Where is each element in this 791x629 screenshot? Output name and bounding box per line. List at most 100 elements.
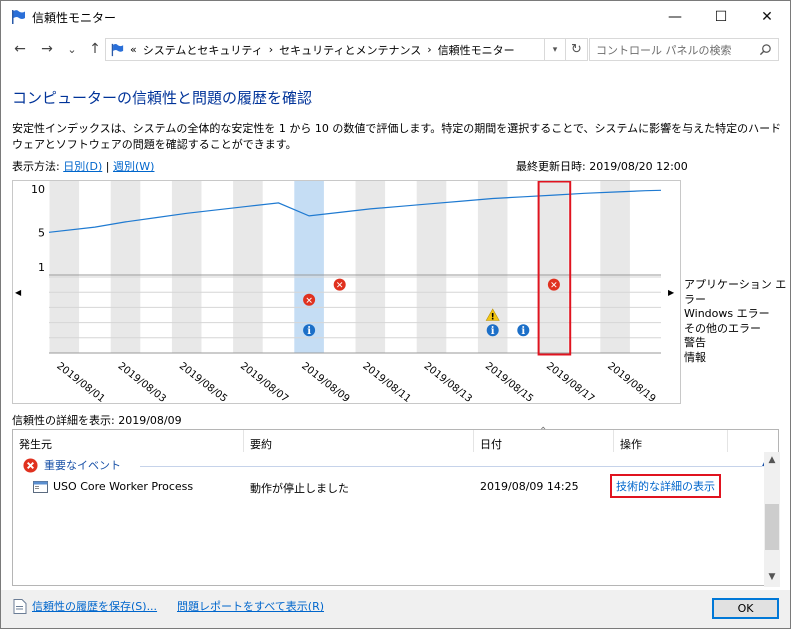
day-column: [630, 181, 661, 353]
day-column: [202, 181, 233, 353]
last-updated: 最終更新日時: 2019/08/20 12:00: [516, 160, 688, 173]
error-glyph: ✕: [550, 281, 558, 291]
error-glyph: ✕: [305, 296, 313, 306]
x-tick-label: 2019/08/17: [544, 361, 596, 403]
error-glyph: ✕: [336, 281, 344, 291]
row-date-text: 2019/08/09 14:25: [480, 480, 579, 493]
breadcrumb-overflow[interactable]: «: [130, 43, 137, 56]
column-header-source[interactable]: 発生元: [19, 436, 52, 452]
x-tick-label: 2019/08/09: [299, 361, 351, 403]
x-tick-label: 2019/08/03: [116, 361, 168, 403]
search-placeholder: コントロール パネルの検索: [596, 43, 732, 57]
table-row-source[interactable]: USO Core Worker Process: [33, 480, 193, 493]
x-tick-label: 2019/08/15: [483, 361, 535, 403]
day-column: [446, 181, 478, 353]
reliability-chart-svg[interactable]: 1051✕✕i!i i✕2019/08/01 2019/08/03 2019/08/0…: [13, 181, 680, 403]
scroll-up-button[interactable]: ▲: [764, 455, 780, 465]
legend-misc-errors: その他のエラー: [684, 321, 761, 335]
breadcrumb-item-security-maintenance[interactable]: セキュリティとメンテナンス: [279, 42, 421, 58]
up-button[interactable]: ↑: [86, 40, 104, 58]
legend-warnings: 警告: [684, 336, 706, 349]
column-divider[interactable]: [473, 430, 474, 452]
close-button[interactable]: ✕: [744, 1, 790, 32]
row-source-text: USO Core Worker Process: [53, 480, 194, 493]
group-header-critical-events[interactable]: 重要なイベント: [23, 457, 121, 473]
maximize-button[interactable]: ☐: [698, 1, 744, 32]
column-divider[interactable]: [243, 430, 244, 452]
search-input[interactable]: コントロール パネルの検索: [589, 38, 779, 61]
footer: 信頼性の履歴を保存(S)... 問題レポートをすべて表示(R) OK: [1, 590, 790, 628]
x-tick-label: 2019/08/07: [238, 361, 290, 403]
chart-legend: アプリケーション エラー Windows エラー その他のエラー 警告 情報: [684, 278, 790, 365]
application-icon: [33, 480, 48, 493]
page-title: コンピューターの信頼性と問題の履歴を確認: [12, 89, 313, 107]
y-tick-label: 5: [38, 226, 45, 239]
column-divider[interactable]: [613, 430, 614, 452]
navigation-bar: ← → ⌄ ↑ « システムとセキュリティ › セキュリティとメンテナンス › …: [1, 34, 790, 64]
day-column: [49, 181, 80, 353]
group-label: 重要なイベント: [44, 459, 121, 472]
address-bar[interactable]: « システムとセキュリティ › セキュリティとメンテナンス › 信頼性モニター: [105, 38, 545, 61]
back-button[interactable]: ←: [11, 40, 29, 58]
window-title: 信頼性モニター: [32, 11, 117, 25]
x-tick-label: 2019/08/11: [360, 361, 412, 403]
refresh-button[interactable]: ↻: [566, 38, 588, 61]
view-all-reports-text[interactable]: 問題レポートをすべて表示(R): [177, 598, 324, 614]
scroll-down-button[interactable]: ▼: [764, 572, 780, 582]
column-divider[interactable]: [727, 430, 728, 452]
day-column: [538, 181, 570, 353]
view-all-reports-link[interactable]: 問題レポートをすべて表示(R): [177, 598, 324, 614]
save-history-text[interactable]: 信頼性の履歴を保存(S)...: [32, 598, 157, 614]
recent-locations-button[interactable]: ⌄: [63, 40, 81, 58]
flag-icon: [12, 10, 25, 24]
day-column: [79, 181, 111, 353]
x-tick-label: 2019/08/05: [177, 361, 229, 403]
view-by-label: 表示方法:: [12, 160, 60, 173]
sort-ascending-icon: ⌃: [539, 426, 548, 437]
y-tick-label: 1: [38, 261, 45, 274]
scrollbar-thumb[interactable]: [765, 504, 779, 550]
minimize-button[interactable]: —: [652, 1, 698, 32]
x-tick-label: 2019/08/19: [605, 361, 657, 403]
title-bar: 信頼性モニター — ☐ ✕: [1, 1, 790, 32]
x-tick-label: 2019/08/01: [54, 361, 106, 403]
chart-scroll-right-button[interactable]: ▶: [668, 288, 674, 297]
breadcrumb-separator[interactable]: ›: [427, 43, 431, 56]
reliability-chart[interactable]: 10 5 1 ✕ ✕ i! i i ✕ 2019/08/01 2019/08/03 2019/08/0…: [12, 180, 681, 404]
details-scrollbar[interactable]: ▲ ▼: [764, 452, 780, 587]
info-glyph: i: [491, 326, 495, 337]
chart-scroll-left-button[interactable]: ◀: [15, 288, 21, 297]
flag-icon: [111, 43, 124, 56]
view-daily-link[interactable]: 日別(D): [63, 160, 102, 173]
day-column: [171, 181, 202, 353]
info-glyph: i: [307, 326, 311, 337]
day-column: [110, 181, 141, 353]
view-technical-details-link[interactable]: 技術的な詳細の表示: [610, 474, 721, 498]
forward-button[interactable]: →: [38, 40, 56, 58]
search-icon[interactable]: [759, 43, 772, 56]
group-divider: [140, 466, 762, 467]
save-history-link[interactable]: 信頼性の履歴を保存(S)...: [13, 598, 157, 614]
y-tick-label: 10: [31, 183, 45, 196]
breadcrumb-item-system-security[interactable]: システムとセキュリティ: [143, 42, 263, 58]
day-column: [140, 181, 172, 353]
day-column: [599, 181, 631, 353]
column-header-action[interactable]: 操作: [620, 436, 642, 452]
breadcrumb-separator[interactable]: ›: [269, 43, 273, 56]
day-column: [569, 181, 600, 353]
x-tick-label: 2019/08/13: [422, 361, 474, 403]
view-by: 表示方法: 日別(D) | 週別(W): [12, 158, 154, 174]
document-icon: [13, 598, 27, 614]
day-column: [355, 181, 386, 353]
column-header-date[interactable]: 日付: [480, 436, 502, 452]
description-text: 安定性インデックスは、システムの全体的な安定性を 1 から 10 の数値で評価し…: [12, 122, 782, 151]
column-header-summary[interactable]: 要約: [250, 436, 272, 452]
address-dropdown-button[interactable]: ▾: [545, 38, 566, 61]
ok-button[interactable]: OK: [712, 598, 779, 619]
breadcrumb-item-reliability-monitor[interactable]: 信頼性モニター: [438, 42, 515, 58]
view-weekly-link[interactable]: 週別(W): [113, 160, 154, 173]
view-separator: |: [105, 160, 110, 173]
error-icon: [23, 457, 38, 473]
day-column: [416, 181, 447, 353]
day-column: [324, 181, 355, 353]
